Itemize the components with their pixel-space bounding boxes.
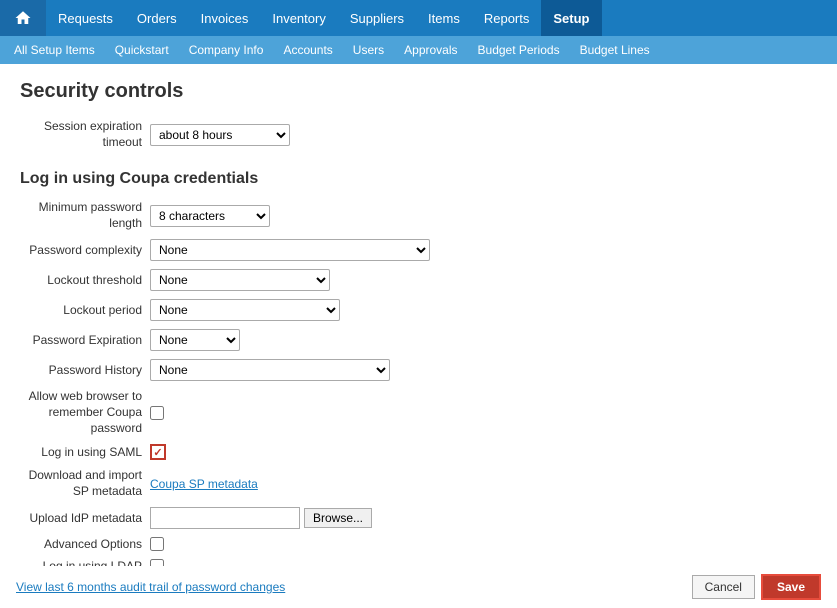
lockout-threshold-select[interactable]: None 3 attempts 5 attempts 10 attempts [150, 269, 330, 291]
home-button[interactable] [0, 0, 46, 36]
subnav-budget-periods[interactable]: Budget Periods [468, 36, 570, 64]
saml-checkbox[interactable] [150, 444, 166, 460]
nav-reports[interactable]: Reports [472, 0, 542, 36]
lockout-period-select[interactable]: None 15 minutes 30 minutes 1 hour [150, 299, 340, 321]
min-password-label: Minimum password length [20, 200, 150, 231]
nav-setup[interactable]: Setup [541, 0, 601, 36]
allow-remember-label: Allow web browser to remember Coupa pass… [20, 389, 150, 436]
home-icon [14, 9, 32, 27]
cancel-button[interactable]: Cancel [692, 575, 755, 599]
subnav-approvals[interactable]: Approvals [394, 36, 467, 64]
session-expiration-label: Session expiration timeout [20, 119, 150, 150]
saml-label: Log in using SAML [20, 445, 150, 459]
advanced-options-row: Advanced Options [20, 537, 817, 551]
advanced-options-checkbox[interactable] [150, 537, 164, 551]
upload-idp-input[interactable] [150, 507, 300, 529]
password-history-row: Password History None Last 3 Last 5 Last… [20, 359, 817, 381]
lockout-threshold-row: Lockout threshold None 3 attempts 5 atte… [20, 269, 817, 291]
save-button[interactable]: Save [761, 574, 821, 600]
browse-button[interactable]: Browse... [304, 508, 372, 528]
allow-remember-checkbox[interactable] [150, 406, 164, 420]
session-expiration-row: Session expiration timeout about 8 hours… [20, 119, 817, 150]
password-history-label: Password History [20, 363, 150, 377]
action-buttons: Cancel Save [692, 574, 821, 600]
saml-row: Log in using SAML [20, 444, 817, 460]
password-expiration-label: Password Expiration [20, 333, 150, 347]
lockout-threshold-label: Lockout threshold [20, 273, 150, 287]
lockout-period-row: Lockout period None 15 minutes 30 minute… [20, 299, 817, 321]
subnav-company-info[interactable]: Company Info [179, 36, 274, 64]
page-title: Security controls [20, 80, 817, 103]
download-sp-row: Download and import SP metadata Coupa SP… [20, 468, 817, 499]
upload-idp-label: Upload IdP metadata [20, 511, 150, 525]
session-expiration-select[interactable]: about 8 hours about 1 hour about 2 hours… [150, 124, 290, 146]
min-password-select[interactable]: 8 characters 6 characters 7 characters 1… [150, 205, 270, 227]
lockout-period-label: Lockout period [20, 303, 150, 317]
subnav-accounts[interactable]: Accounts [273, 36, 342, 64]
nav-inventory[interactable]: Inventory [260, 0, 337, 36]
nav-invoices[interactable]: Invoices [189, 0, 261, 36]
subnav-budget-lines[interactable]: Budget Lines [570, 36, 660, 64]
coupa-sp-metadata-link[interactable]: Coupa SP metadata [150, 477, 258, 491]
advanced-options-label: Advanced Options [20, 537, 150, 551]
password-expiration-row: Password Expiration None 30 days 60 days… [20, 329, 817, 351]
password-complexity-select[interactable]: None Low Medium High [150, 239, 430, 261]
subnav-users[interactable]: Users [343, 36, 394, 64]
coupa-credentials-heading: Log in using Coupa credentials [20, 170, 817, 188]
nav-items[interactable]: Items [416, 0, 472, 36]
nav-suppliers[interactable]: Suppliers [338, 0, 416, 36]
download-sp-label: Download and import SP metadata [20, 468, 150, 499]
sub-nav: All Setup Items Quickstart Company Info … [0, 36, 837, 64]
bottom-bar: View last 6 months audit trail of passwo… [0, 566, 837, 608]
main-content: Security controls Session expiration tim… [0, 64, 837, 597]
allow-remember-row: Allow web browser to remember Coupa pass… [20, 389, 817, 436]
password-complexity-label: Password complexity [20, 243, 150, 257]
nav-orders[interactable]: Orders [125, 0, 189, 36]
subnav-quickstart[interactable]: Quickstart [105, 36, 179, 64]
session-expiration-section: Session expiration timeout about 8 hours… [20, 119, 817, 150]
top-nav: Requests Orders Invoices Inventory Suppl… [0, 0, 837, 36]
upload-idp-row: Upload IdP metadata Browse... [20, 507, 817, 529]
subnav-all-setup[interactable]: All Setup Items [4, 36, 105, 64]
nav-requests[interactable]: Requests [46, 0, 125, 36]
min-password-row: Minimum password length 8 characters 6 c… [20, 200, 817, 231]
password-complexity-row: Password complexity None Low Medium High [20, 239, 817, 261]
audit-trail-link[interactable]: View last 6 months audit trail of passwo… [16, 580, 285, 594]
password-history-select[interactable]: None Last 3 Last 5 Last 10 [150, 359, 390, 381]
password-expiration-select[interactable]: None 30 days 60 days 90 days [150, 329, 240, 351]
